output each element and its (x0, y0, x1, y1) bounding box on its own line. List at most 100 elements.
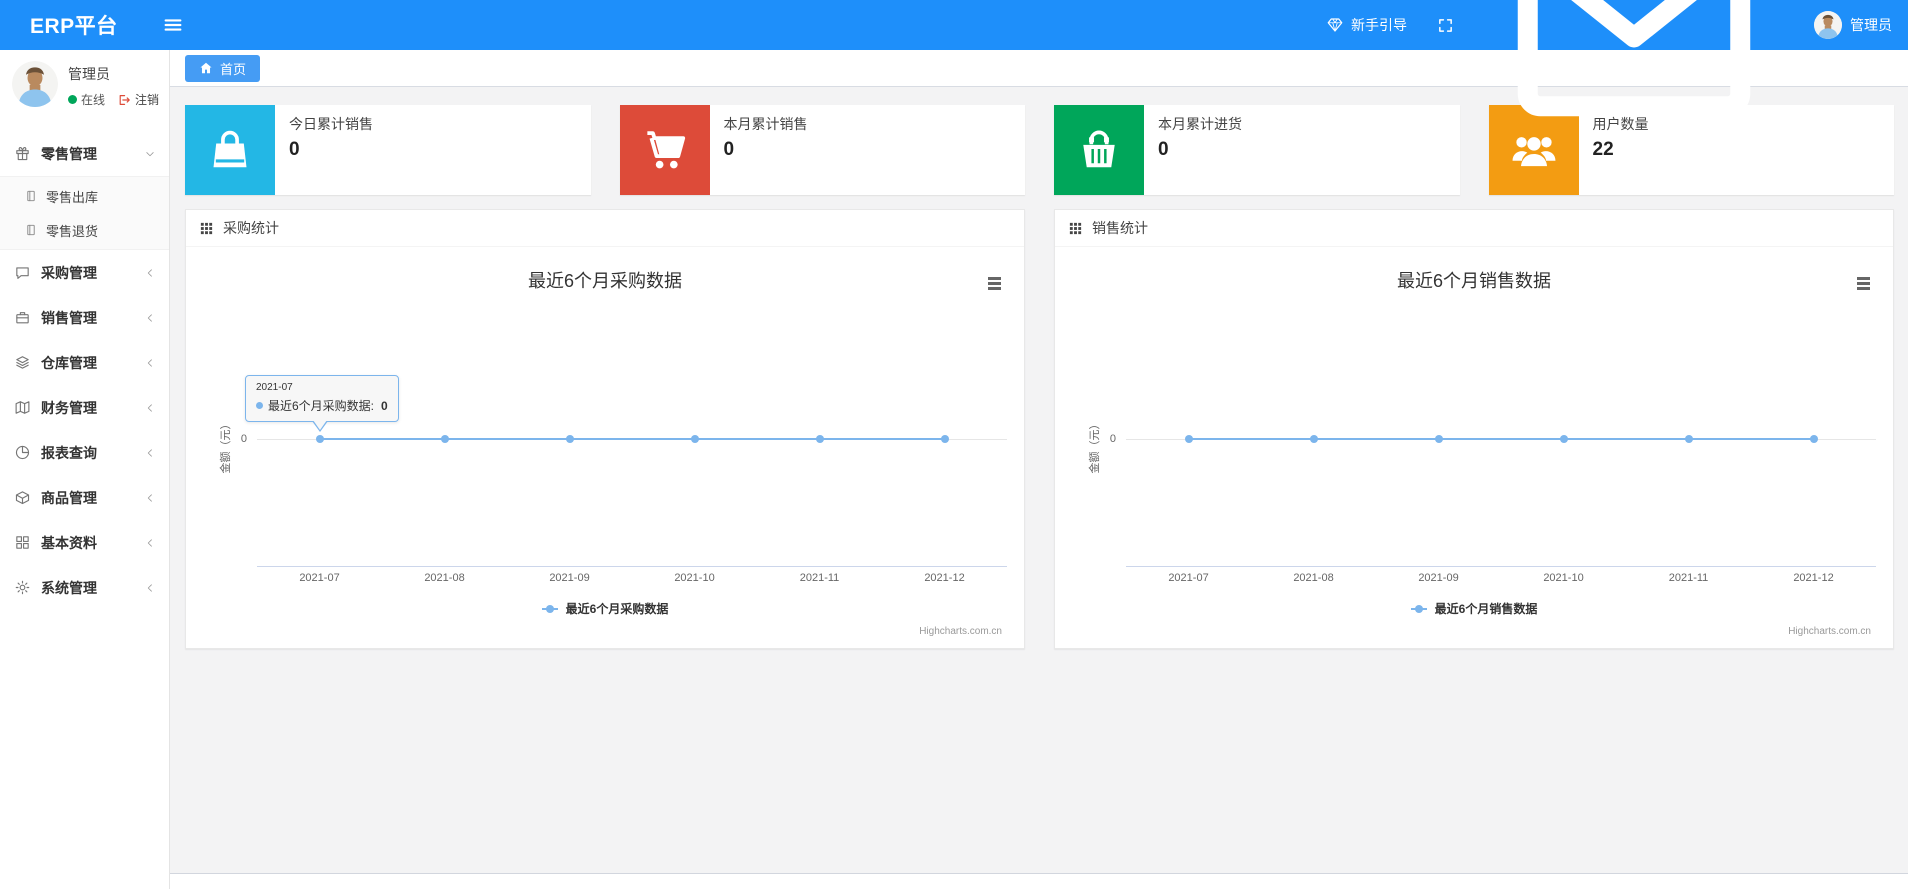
basket-icon (1076, 127, 1122, 173)
data-point[interactable] (815, 435, 824, 443)
x-axis-tick: 2021-08 (424, 572, 465, 584)
data-point[interactable] (1309, 435, 1318, 443)
legend-item[interactable]: 最近6个月销售数据 (1055, 600, 1893, 617)
data-point[interactable] (440, 435, 449, 443)
messages-button[interactable]: 0 (1484, 0, 1784, 175)
sidebar-item-row[interactable]: 仓库管理 (0, 340, 169, 385)
panel-title: 采购统计 (223, 220, 279, 236)
submenu-retail: 零售出库 零售退货 (0, 176, 169, 250)
data-point[interactable] (1434, 435, 1443, 443)
fullscreen-icon[interactable] (1437, 17, 1454, 34)
legend-item[interactable]: 最近6个月采购数据 (186, 600, 1024, 617)
guide-label: 新手引导 (1351, 17, 1407, 33)
chevron-left-icon (143, 491, 157, 505)
panel-header: 销售统计 (1055, 210, 1893, 247)
shopping-bag-icon (207, 127, 253, 173)
guide-button[interactable]: 新手引导 (1326, 15, 1407, 35)
main-area: 首页 今日累计销售 0 本月累计销售 0 本月累计进货 0 用户数量 22 采购… (170, 50, 1908, 889)
ledger-icon (24, 223, 38, 237)
data-point[interactable] (940, 435, 949, 443)
sidebar: 管理员 在线 注销 零售管理 零售出库 零售退货 采购管理 销售管理 仓库管理 … (0, 50, 170, 889)
data-point[interactable] (315, 435, 324, 443)
x-axis-tick: 2021-11 (799, 572, 840, 584)
stat-card-icon-box (619, 105, 710, 195)
sidebar-subitem[interactable]: 零售出库 (0, 179, 169, 213)
data-point[interactable] (1809, 435, 1818, 443)
legend-marker-icon (541, 604, 558, 613)
chart-context-menu-icon[interactable] (1856, 276, 1871, 293)
sidebar-item-purchase: 采购管理 (0, 250, 169, 295)
chart-context-menu-icon[interactable] (987, 276, 1002, 293)
chevron-left-icon (143, 401, 157, 415)
y-axis-label: 金额（元） (1089, 418, 1101, 474)
chevron-left-icon (143, 536, 157, 550)
app-logo[interactable]: ERP平台 (30, 10, 118, 40)
stat-card-value: 0 (289, 139, 300, 160)
data-point[interactable] (690, 435, 699, 443)
stat-card[interactable]: 本月累计销售 0 (619, 105, 1025, 195)
highcharts-credit[interactable]: Highcharts.com.cn (919, 626, 1002, 637)
stat-card-icon-box (185, 105, 275, 195)
x-axis-tick: 2021-10 (1543, 572, 1584, 584)
sidebar-item-finance: 财务管理 (0, 385, 169, 430)
highcharts-credit[interactable]: Highcharts.com.cn (1788, 626, 1871, 637)
th-grid-icon (199, 221, 214, 236)
chevron-left-icon (143, 356, 157, 370)
panel-header: 采购统计 (186, 210, 1024, 247)
sidebar-item-row[interactable]: 销售管理 (0, 295, 169, 340)
chart-panel: 销售统计 最近6个月销售数据 金额（元） 0 最近6个月销售数据 Highcha… (1054, 209, 1894, 649)
series-line (1188, 438, 1814, 440)
sidebar-item-label: 系统管理 (41, 579, 97, 596)
sidebar-item-label: 零售管理 (41, 145, 97, 162)
sidebar-item-basic-data: 基本资料 (0, 520, 169, 565)
data-point[interactable] (1684, 435, 1693, 443)
content: 今日累计销售 0 本月累计销售 0 本月累计进货 0 用户数量 22 采购统计 … (170, 87, 1908, 873)
avatar (1814, 11, 1842, 39)
grid-icon (14, 534, 31, 551)
user-menu[interactable]: 管理员 (1814, 11, 1892, 39)
logout-link[interactable]: 注销 (117, 91, 159, 108)
data-point[interactable] (565, 435, 574, 443)
sidebar-item-row[interactable]: 报表查询 (0, 430, 169, 475)
sidebar-item-row[interactable]: 零售管理 (0, 131, 169, 176)
sidebar-item-row[interactable]: 采购管理 (0, 250, 169, 295)
gear-icon (14, 579, 31, 596)
navbar-username: 管理员 (1850, 17, 1892, 33)
sidebar-item-label: 采购管理 (41, 264, 97, 281)
sidebar-item-row[interactable]: 系统管理 (0, 565, 169, 610)
sidebar-item-label: 基本资料 (41, 534, 97, 551)
sidebar-toggle-icon[interactable] (162, 14, 184, 36)
x-axis-tick: 2021-09 (549, 572, 590, 584)
sidebar-subitem[interactable]: 零售退货 (0, 213, 169, 247)
stat-card[interactable]: 今日累计销售 0 (185, 105, 591, 195)
legend-label: 最近6个月采购数据 (565, 602, 669, 616)
x-axis-tick: 2021-12 (1793, 572, 1834, 584)
sidebar-item-row[interactable]: 基本资料 (0, 520, 169, 565)
stat-card-label: 本月累计进货 (1158, 116, 1242, 132)
sidebar-item-sales: 销售管理 (0, 295, 169, 340)
series-line (319, 438, 945, 440)
x-axis-tick: 2021-10 (674, 572, 715, 584)
sidebar-item-system: 系统管理 (0, 565, 169, 610)
envelope-icon (1484, 0, 1784, 175)
ledger-icon (24, 189, 38, 203)
x-axis-tick: 2021-08 (1293, 572, 1334, 584)
data-point[interactable] (1559, 435, 1568, 443)
chart-title: 最近6个月采购数据 (527, 271, 682, 291)
data-point[interactable] (1184, 435, 1193, 443)
tab-home[interactable]: 首页 (185, 54, 261, 82)
sidebar-subitem-label: 零售出库 (46, 189, 99, 205)
sidebar-item-row[interactable]: 财务管理 (0, 385, 169, 430)
chat-icon (14, 264, 31, 281)
y-axis-tick: 0 (240, 433, 247, 445)
chevron-left-icon (143, 581, 157, 595)
stat-card-label: 今日累计销售 (289, 116, 373, 132)
user-panel: 管理员 在线 注销 (0, 50, 169, 117)
gift-icon (14, 145, 31, 162)
x-axis-tick: 2021-09 (1418, 572, 1459, 584)
map-icon (14, 399, 31, 416)
sidebar-item-goods: 商品管理 (0, 475, 169, 520)
sidebar-item-row[interactable]: 商品管理 (0, 475, 169, 520)
tooltip-series-label: 最近6个月采购数据: (268, 399, 375, 413)
stat-card-value: 0 (1158, 139, 1169, 160)
